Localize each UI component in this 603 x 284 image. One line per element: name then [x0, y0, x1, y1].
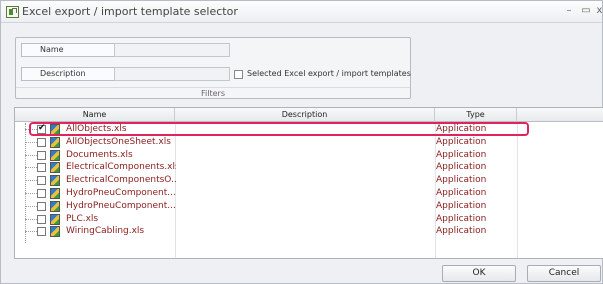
name-filter-input[interactable]: [114, 43, 230, 57]
table-row[interactable]: Documents.xls Application: [15, 149, 603, 162]
dialog-window: Excel export / import template selector …: [0, 0, 603, 284]
ok-button[interactable]: OK: [442, 265, 516, 282]
row-checkbox[interactable]: [37, 201, 46, 211]
description-filter-label: Description: [21, 67, 115, 81]
excel-file-icon: [50, 200, 60, 212]
excel-file-icon: [50, 136, 60, 148]
selected-templates-label[interactable]: Selected Excel export / import templates: [247, 69, 411, 78]
table-row[interactable]: HydroPneuComponent... Application: [15, 187, 603, 200]
row-type: Application: [436, 213, 487, 224]
table-row[interactable]: AllObjectsOneSheet.xls Application: [15, 136, 603, 149]
tree-connector: [25, 141, 37, 143]
row-checkbox[interactable]: [37, 163, 46, 173]
close-icon[interactable]: x: [595, 5, 603, 17]
cancel-button[interactable]: Cancel: [527, 265, 601, 282]
tree-connector: [25, 167, 37, 169]
tree-connector: [25, 218, 37, 220]
row-type: Application: [436, 226, 487, 237]
row-name: HydroPneuComponent...: [66, 188, 176, 198]
templates-grid: Name Description Type AllObjects.xlsAppl…: [14, 107, 603, 259]
excel-file-icon: [50, 188, 60, 199]
column-header-description[interactable]: Description: [175, 108, 435, 122]
row-checkbox[interactable]: [37, 176, 46, 186]
filters-caption: Filters: [16, 87, 410, 99]
tree-connector: [25, 231, 37, 233]
column-header-name[interactable]: Name: [15, 108, 175, 122]
excel-template-icon: [6, 6, 19, 18]
row-name: ElectricalComponents.xls: [66, 162, 176, 173]
excel-file-icon: [50, 162, 60, 174]
row-checkbox[interactable]: [37, 189, 46, 198]
window-title: Excel export / import template selector: [22, 5, 238, 18]
column-header-type[interactable]: Type: [435, 108, 517, 122]
filters-panel: Name Description Selected Excel export /…: [15, 37, 411, 99]
table-row[interactable]: HydroPneuComponent... Application: [15, 200, 603, 213]
grid-body: AllObjects.xlsApplicationAllObjectsOneSh…: [15, 122, 603, 258]
row-name: WiringCabling.xls: [66, 226, 145, 237]
column-header-filler: [517, 108, 603, 122]
name-filter-label: Name: [21, 43, 115, 57]
row-name: ElectricalComponentsO...: [66, 175, 176, 186]
tree-connector: [25, 193, 37, 194]
excel-file-icon: [50, 226, 60, 238]
row-checkbox[interactable]: [37, 227, 46, 237]
row-checkbox[interactable]: [37, 137, 46, 147]
title-bar[interactable]: Excel export / import template selector …: [1, 1, 602, 23]
row-type: Application: [436, 175, 487, 186]
grid-header: Name Description Type: [15, 108, 603, 122]
table-row[interactable]: WiringCabling.xls Application: [15, 225, 603, 238]
selection-highlight: [29, 122, 529, 136]
tree-connector: [25, 154, 37, 156]
tree-connector: [25, 205, 37, 207]
excel-file-icon: [50, 175, 60, 187]
minimize-icon[interactable]: –: [563, 5, 575, 17]
row-name: PLC.xls: [66, 213, 99, 224]
row-name: AllObjectsOneSheet.xls: [66, 136, 171, 147]
excel-file-icon: [50, 213, 60, 225]
row-type: Application: [436, 200, 487, 211]
table-row[interactable]: ElectricalComponents.xls Application: [15, 161, 603, 174]
table-row[interactable]: PLC.xls Application: [15, 213, 603, 226]
maximize-icon[interactable]: ▭: [580, 5, 592, 17]
row-type: Application: [436, 149, 487, 160]
tree-connector: [25, 180, 37, 182]
excel-file-icon: [50, 149, 60, 161]
row-type: Application: [436, 188, 487, 198]
description-filter-input[interactable]: [114, 67, 230, 81]
row-checkbox[interactable]: [37, 150, 46, 160]
row-checkbox[interactable]: [37, 214, 46, 224]
row-name: HydroPneuComponent...: [66, 200, 176, 211]
selected-templates-checkbox[interactable]: [234, 70, 243, 79]
row-name: Documents.xls: [66, 149, 133, 160]
table-row[interactable]: ElectricalComponentsO... Application: [15, 174, 603, 187]
row-type: Application: [436, 136, 487, 147]
row-type: Application: [436, 162, 487, 173]
